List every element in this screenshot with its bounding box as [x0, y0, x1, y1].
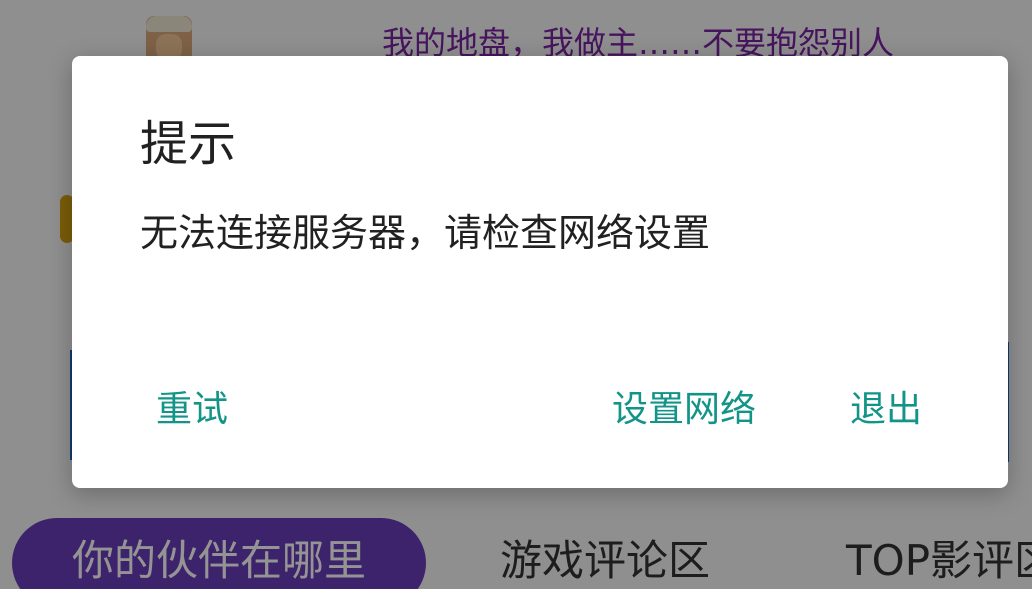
app-screen: 我的地盘，我做主……不要抱怨别人 你的伙伴在哪里 游戏评论区 TOP影评区 提示… [0, 0, 1032, 589]
retry-button[interactable]: 重试 [156, 392, 228, 428]
dialog-title: 提示 [140, 116, 237, 172]
exit-button[interactable]: 退出 [850, 392, 922, 428]
dialog-message: 无法连接服务器，请检查网络设置 [140, 211, 711, 255]
network-settings-button[interactable]: 设置网络 [612, 392, 756, 428]
alert-dialog: 提示 无法连接服务器，请检查网络设置 重试 设置网络 退出 [72, 56, 1008, 488]
